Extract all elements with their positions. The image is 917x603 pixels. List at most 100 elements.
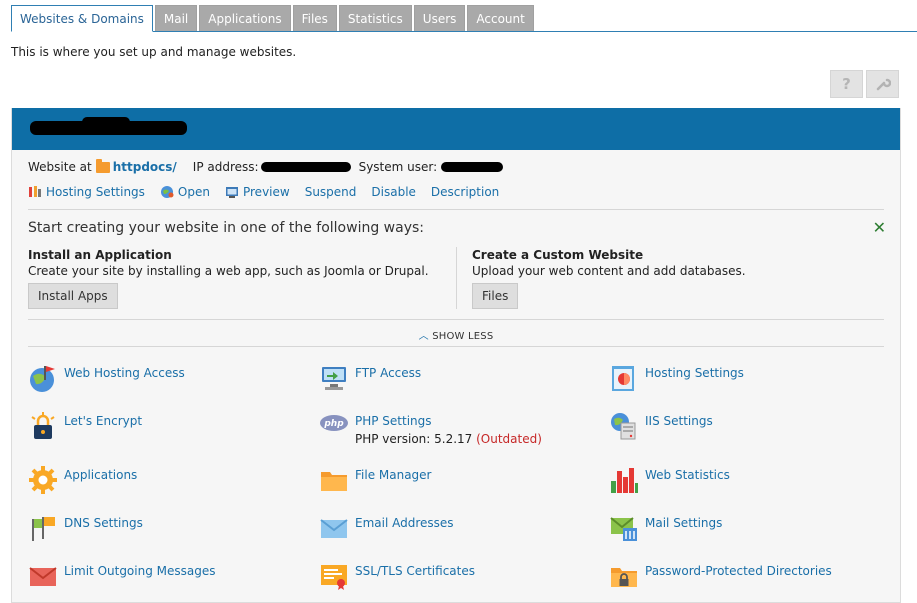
certificate-icon [321, 565, 347, 590]
password-protected-directories-tool[interactable]: Password-Protected Directories [609, 561, 832, 591]
ftp-access-label: FTP Access [355, 366, 422, 380]
domain-actions: Hosting Settings Open Preview Suspend Di… [28, 185, 514, 199]
tab-files[interactable]: Files [292, 5, 337, 31]
password-protected-directories-label: Password-Protected Directories [645, 564, 832, 578]
redacted-system-user [441, 162, 504, 172]
start-title: Start creating your website in one of th… [28, 220, 424, 236]
divider [28, 319, 884, 320]
mail-settings-tool[interactable]: Mail Settings [609, 513, 722, 543]
limit-outgoing-messages-tool[interactable]: Limit Outgoing Messages [28, 561, 216, 591]
domain-panel: Website at httpdocs/ IP address: System … [11, 108, 901, 603]
files-button[interactable]: Files [472, 283, 519, 309]
system-user-label: System user: [358, 160, 438, 174]
lets-encrypt-label: Let's Encrypt [64, 414, 143, 428]
web-statistics-tool[interactable]: Web Statistics [609, 465, 730, 495]
domain-header [12, 108, 900, 150]
limit-mail-icon [29, 567, 57, 586]
description-label: Description [430, 185, 500, 199]
tab-websites-domains[interactable]: Websites & Domains [11, 5, 153, 32]
install-app-desc: Create your site by installing a web app… [28, 264, 429, 278]
dns-settings-tool[interactable]: DNS Settings [28, 513, 143, 543]
limit-outgoing-messages-label: Limit Outgoing Messages [64, 564, 216, 578]
ssl-tls-certificates-tool[interactable]: SSL/TLS Certificates [319, 561, 475, 591]
lets-encrypt-icon [31, 412, 55, 439]
folder-icon [321, 472, 347, 491]
hosting-settings-link[interactable]: Hosting Settings [28, 185, 145, 199]
suspend-link[interactable]: Suspend [305, 185, 357, 199]
install-apps-button[interactable]: Install Apps [28, 283, 118, 309]
wrench-icon [876, 78, 891, 91]
email-addresses-tool[interactable]: Email Addresses [319, 513, 454, 543]
tab-mail[interactable]: Mail [154, 5, 198, 31]
web-hosting-access-label: Web Hosting Access [64, 366, 185, 380]
open-globe-icon [160, 186, 174, 198]
close-icon[interactable]: ✕ [873, 218, 886, 237]
gear-icon [29, 466, 57, 494]
page-intro: This is where you set up and manage webs… [11, 45, 297, 59]
file-manager-label: File Manager [355, 468, 432, 482]
applications-label: Applications [64, 468, 138, 482]
tab-account[interactable]: Account [467, 5, 534, 31]
lets-encrypt-tool[interactable]: Let's Encrypt [28, 411, 142, 441]
globe-flag-icon [30, 366, 55, 392]
hosting-settings-tool[interactable]: Hosting Settings [609, 363, 744, 393]
preview-label: Preview [242, 185, 290, 199]
redacted-domain-name-part [82, 117, 130, 127]
folder-icon [95, 158, 110, 173]
web-statistics-label: Web Statistics [645, 468, 730, 482]
web-hosting-access-tool[interactable]: Web Hosting Access [28, 363, 185, 393]
help-button[interactable]: ? [830, 70, 863, 98]
svg-text:php: php [323, 419, 344, 429]
email-addresses-label: Email Addresses [355, 516, 454, 530]
hosting-settings-icon [29, 186, 41, 197]
domain-info: Website at httpdocs/ IP address: System … [28, 158, 504, 174]
docroot-link[interactable]: httpdocs/ [113, 160, 177, 174]
custom-website-title: Create a Custom Website [472, 248, 644, 262]
show-less-label: SHOW LESS [432, 331, 494, 342]
iis-settings-label: IIS Settings [645, 414, 713, 428]
envelope-icon [320, 519, 348, 538]
chevron-up-icon: ︿ [418, 331, 429, 342]
disable-label: Disable [371, 185, 416, 199]
vertical-separator [456, 247, 457, 309]
hosting-settings-icon [612, 366, 634, 391]
ftp-icon [322, 367, 346, 390]
install-app-title: Install an Application [28, 248, 172, 262]
mail-settings-label: Mail Settings [645, 516, 723, 530]
tab-users[interactable]: Users [413, 5, 466, 31]
dns-flags-icon [32, 517, 55, 541]
hosting-settings-label: Hosting Settings [46, 185, 145, 199]
protected-folder-icon [611, 568, 637, 587]
divider [28, 209, 884, 210]
disable-link[interactable]: Disable [371, 185, 416, 199]
php-outdated-badge: (Outdated) [476, 432, 542, 446]
iis-icon [611, 413, 636, 440]
dns-settings-label: DNS Settings [64, 516, 143, 530]
iis-settings-tool[interactable]: IIS Settings [609, 411, 713, 441]
mail-settings-icon [610, 517, 637, 541]
question-mark-icon: ? [842, 75, 851, 93]
preview-icon [225, 187, 238, 198]
main-tabs: Websites & Domains Mail Applications Fil… [11, 5, 917, 32]
description-link[interactable]: Description [431, 185, 499, 199]
suspend-label: Suspend [304, 185, 357, 199]
divider [28, 346, 884, 347]
applications-tool[interactable]: Applications [28, 465, 137, 495]
settings-button[interactable] [866, 70, 899, 98]
open-link[interactable]: Open [160, 185, 210, 199]
redacted-ip [260, 162, 351, 172]
bar-chart-icon [611, 468, 638, 493]
php-settings-tool[interactable]: php PHP Settings PHP version: 5.2.17 (Ou… [319, 411, 542, 446]
tab-statistics[interactable]: Statistics [338, 5, 412, 31]
ip-address-label: IP address: [192, 160, 259, 174]
file-manager-tool[interactable]: File Manager [319, 465, 432, 495]
php-icon: php [320, 415, 348, 431]
tab-applications[interactable]: Applications [199, 5, 291, 31]
website-at-label: Website at [28, 160, 92, 174]
preview-link[interactable]: Preview [225, 185, 290, 199]
php-settings-label: PHP Settings [355, 414, 432, 428]
show-less-toggle[interactable]: ︿ SHOW LESS [12, 327, 900, 342]
ftp-access-tool[interactable]: FTP Access [319, 363, 421, 393]
php-version-value: PHP version: 5.2.17 [355, 432, 477, 446]
custom-website-desc: Upload your web content and add database… [472, 264, 746, 278]
